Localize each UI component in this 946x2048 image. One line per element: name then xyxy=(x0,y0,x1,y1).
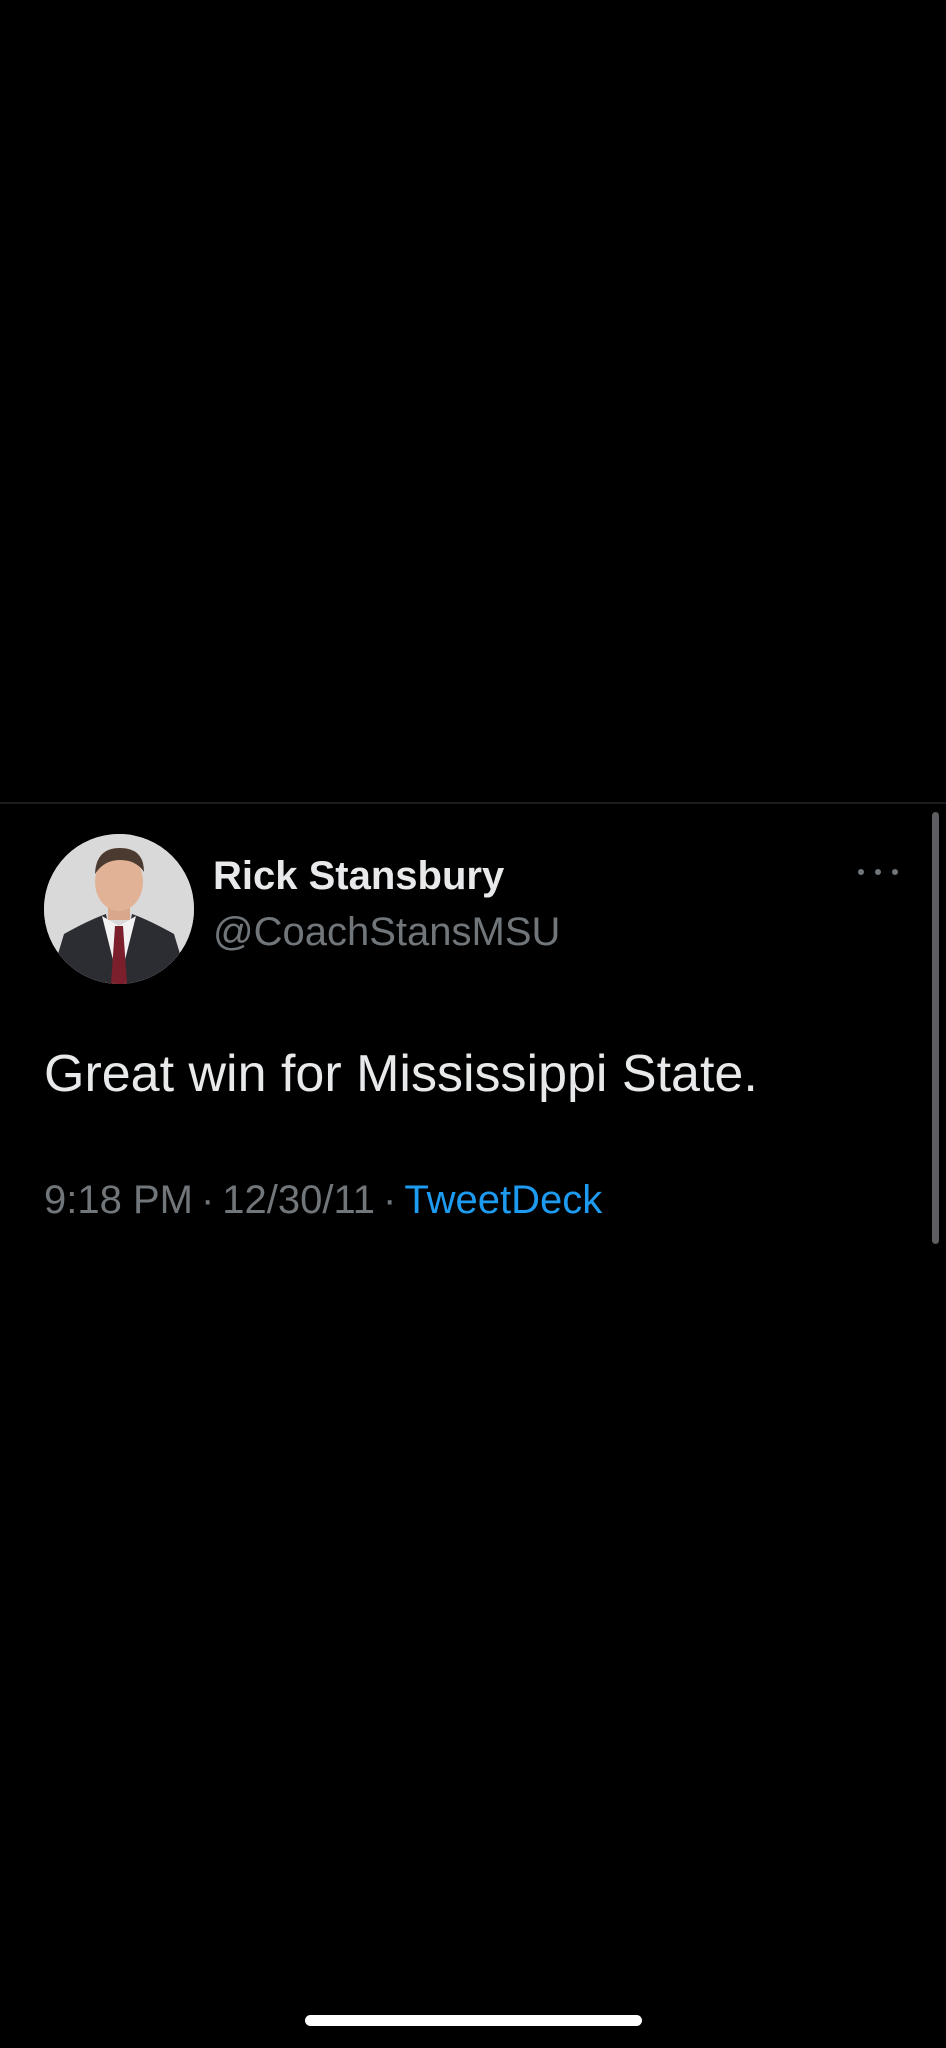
tweet-source-link[interactable]: TweetDeck xyxy=(404,1178,602,1222)
tweet-date[interactable]: 12/30/11 xyxy=(222,1178,375,1222)
meta-separator: · xyxy=(200,1178,215,1222)
tweet-text: Great win for Mississippi State. xyxy=(44,1045,758,1103)
tweet-card[interactable]: Rick Stansbury @CoachStansMSU Great win … xyxy=(0,804,946,1264)
tweet-metadata: 9:18 PM · 12/30/11 · TweetDeck xyxy=(44,1178,602,1223)
meta-separator: · xyxy=(383,1178,397,1222)
avatar-photo xyxy=(44,834,194,984)
user-handle[interactable]: @CoachStansMSU xyxy=(213,910,560,955)
tweet-time[interactable]: 9:18 PM xyxy=(44,1178,193,1222)
home-indicator[interactable] xyxy=(305,2015,642,2026)
avatar[interactable] xyxy=(44,834,194,984)
more-horizontal-icon[interactable] xyxy=(858,860,898,884)
display-name[interactable]: Rick Stansbury xyxy=(213,854,504,899)
scrollbar[interactable] xyxy=(932,812,939,1244)
